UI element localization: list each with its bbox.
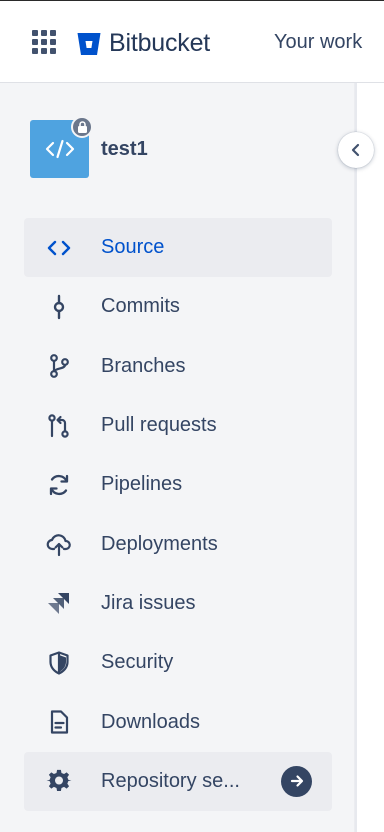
bitbucket-logo[interactable]: Bitbucket bbox=[76, 29, 210, 58]
sidebar-item-label: Jira issues bbox=[101, 591, 196, 614]
code-icon bbox=[44, 233, 74, 263]
your-work-link[interactable]: Your work bbox=[274, 31, 362, 54]
sidebar-item-downloads[interactable]: Downloads bbox=[24, 692, 332, 751]
lock-icon bbox=[71, 116, 93, 138]
sidebar-divider bbox=[355, 83, 357, 832]
app-name: Bitbucket bbox=[109, 29, 211, 57]
app-switcher-grid-icon[interactable] bbox=[32, 30, 56, 54]
sidebar-item-label: Source bbox=[101, 236, 165, 259]
repository-avatar bbox=[30, 116, 93, 178]
pull-request-icon bbox=[44, 411, 74, 441]
sidebar-item-repository-settings[interactable]: Repository se... bbox=[24, 751, 332, 811]
commit-icon bbox=[44, 292, 74, 322]
collapse-sidebar-button[interactable] bbox=[338, 132, 374, 168]
sidebar-item-label: Commits bbox=[101, 295, 180, 318]
sidebar-item-security[interactable]: Security bbox=[24, 633, 332, 692]
chevron-left-icon bbox=[351, 143, 360, 157]
shield-icon bbox=[44, 648, 74, 678]
code-brackets-icon bbox=[45, 139, 74, 159]
sidebar-item-label: Branches bbox=[101, 354, 186, 377]
bitbucket-bucket-icon bbox=[77, 32, 101, 55]
refresh-icon bbox=[44, 470, 74, 500]
sidebar-item-label: Security bbox=[101, 651, 174, 674]
sidebar-item-label: Pull requests bbox=[101, 414, 217, 437]
repository-header[interactable]: test1 bbox=[30, 116, 148, 178]
sidebar-item-label: Pipelines bbox=[101, 473, 183, 496]
sidebar-item-label: Downloads bbox=[101, 710, 200, 733]
repository-name: test1 bbox=[101, 137, 148, 160]
gear-icon bbox=[44, 766, 74, 796]
sidebar-item-pipelines[interactable]: Pipelines bbox=[24, 455, 332, 514]
jira-icon bbox=[44, 588, 74, 618]
sidebar-item-pull-requests[interactable]: Pull requests bbox=[24, 396, 332, 455]
sidebar-item-source[interactable]: Source bbox=[24, 218, 332, 278]
sidebar-item-label: Repository se... bbox=[101, 769, 240, 792]
sidebar-item-label: Deployments bbox=[101, 532, 218, 555]
document-icon bbox=[44, 707, 74, 737]
top-navigation-bar: Bitbucket Your work bbox=[0, 0, 384, 83]
sidebar-item-deployments[interactable]: Deployments bbox=[24, 514, 332, 573]
arrow-right-icon[interactable] bbox=[281, 765, 312, 797]
branch-icon bbox=[44, 351, 74, 381]
sidebar-item-jira-issues[interactable]: Jira issues bbox=[24, 574, 332, 633]
cloud-upload-icon bbox=[44, 529, 74, 559]
sidebar-item-commits[interactable]: Commits bbox=[24, 277, 332, 336]
sidebar-item-branches[interactable]: Branches bbox=[24, 337, 332, 396]
repository-navigation: Source Commits Branches Pull requests Pi… bbox=[24, 218, 332, 811]
